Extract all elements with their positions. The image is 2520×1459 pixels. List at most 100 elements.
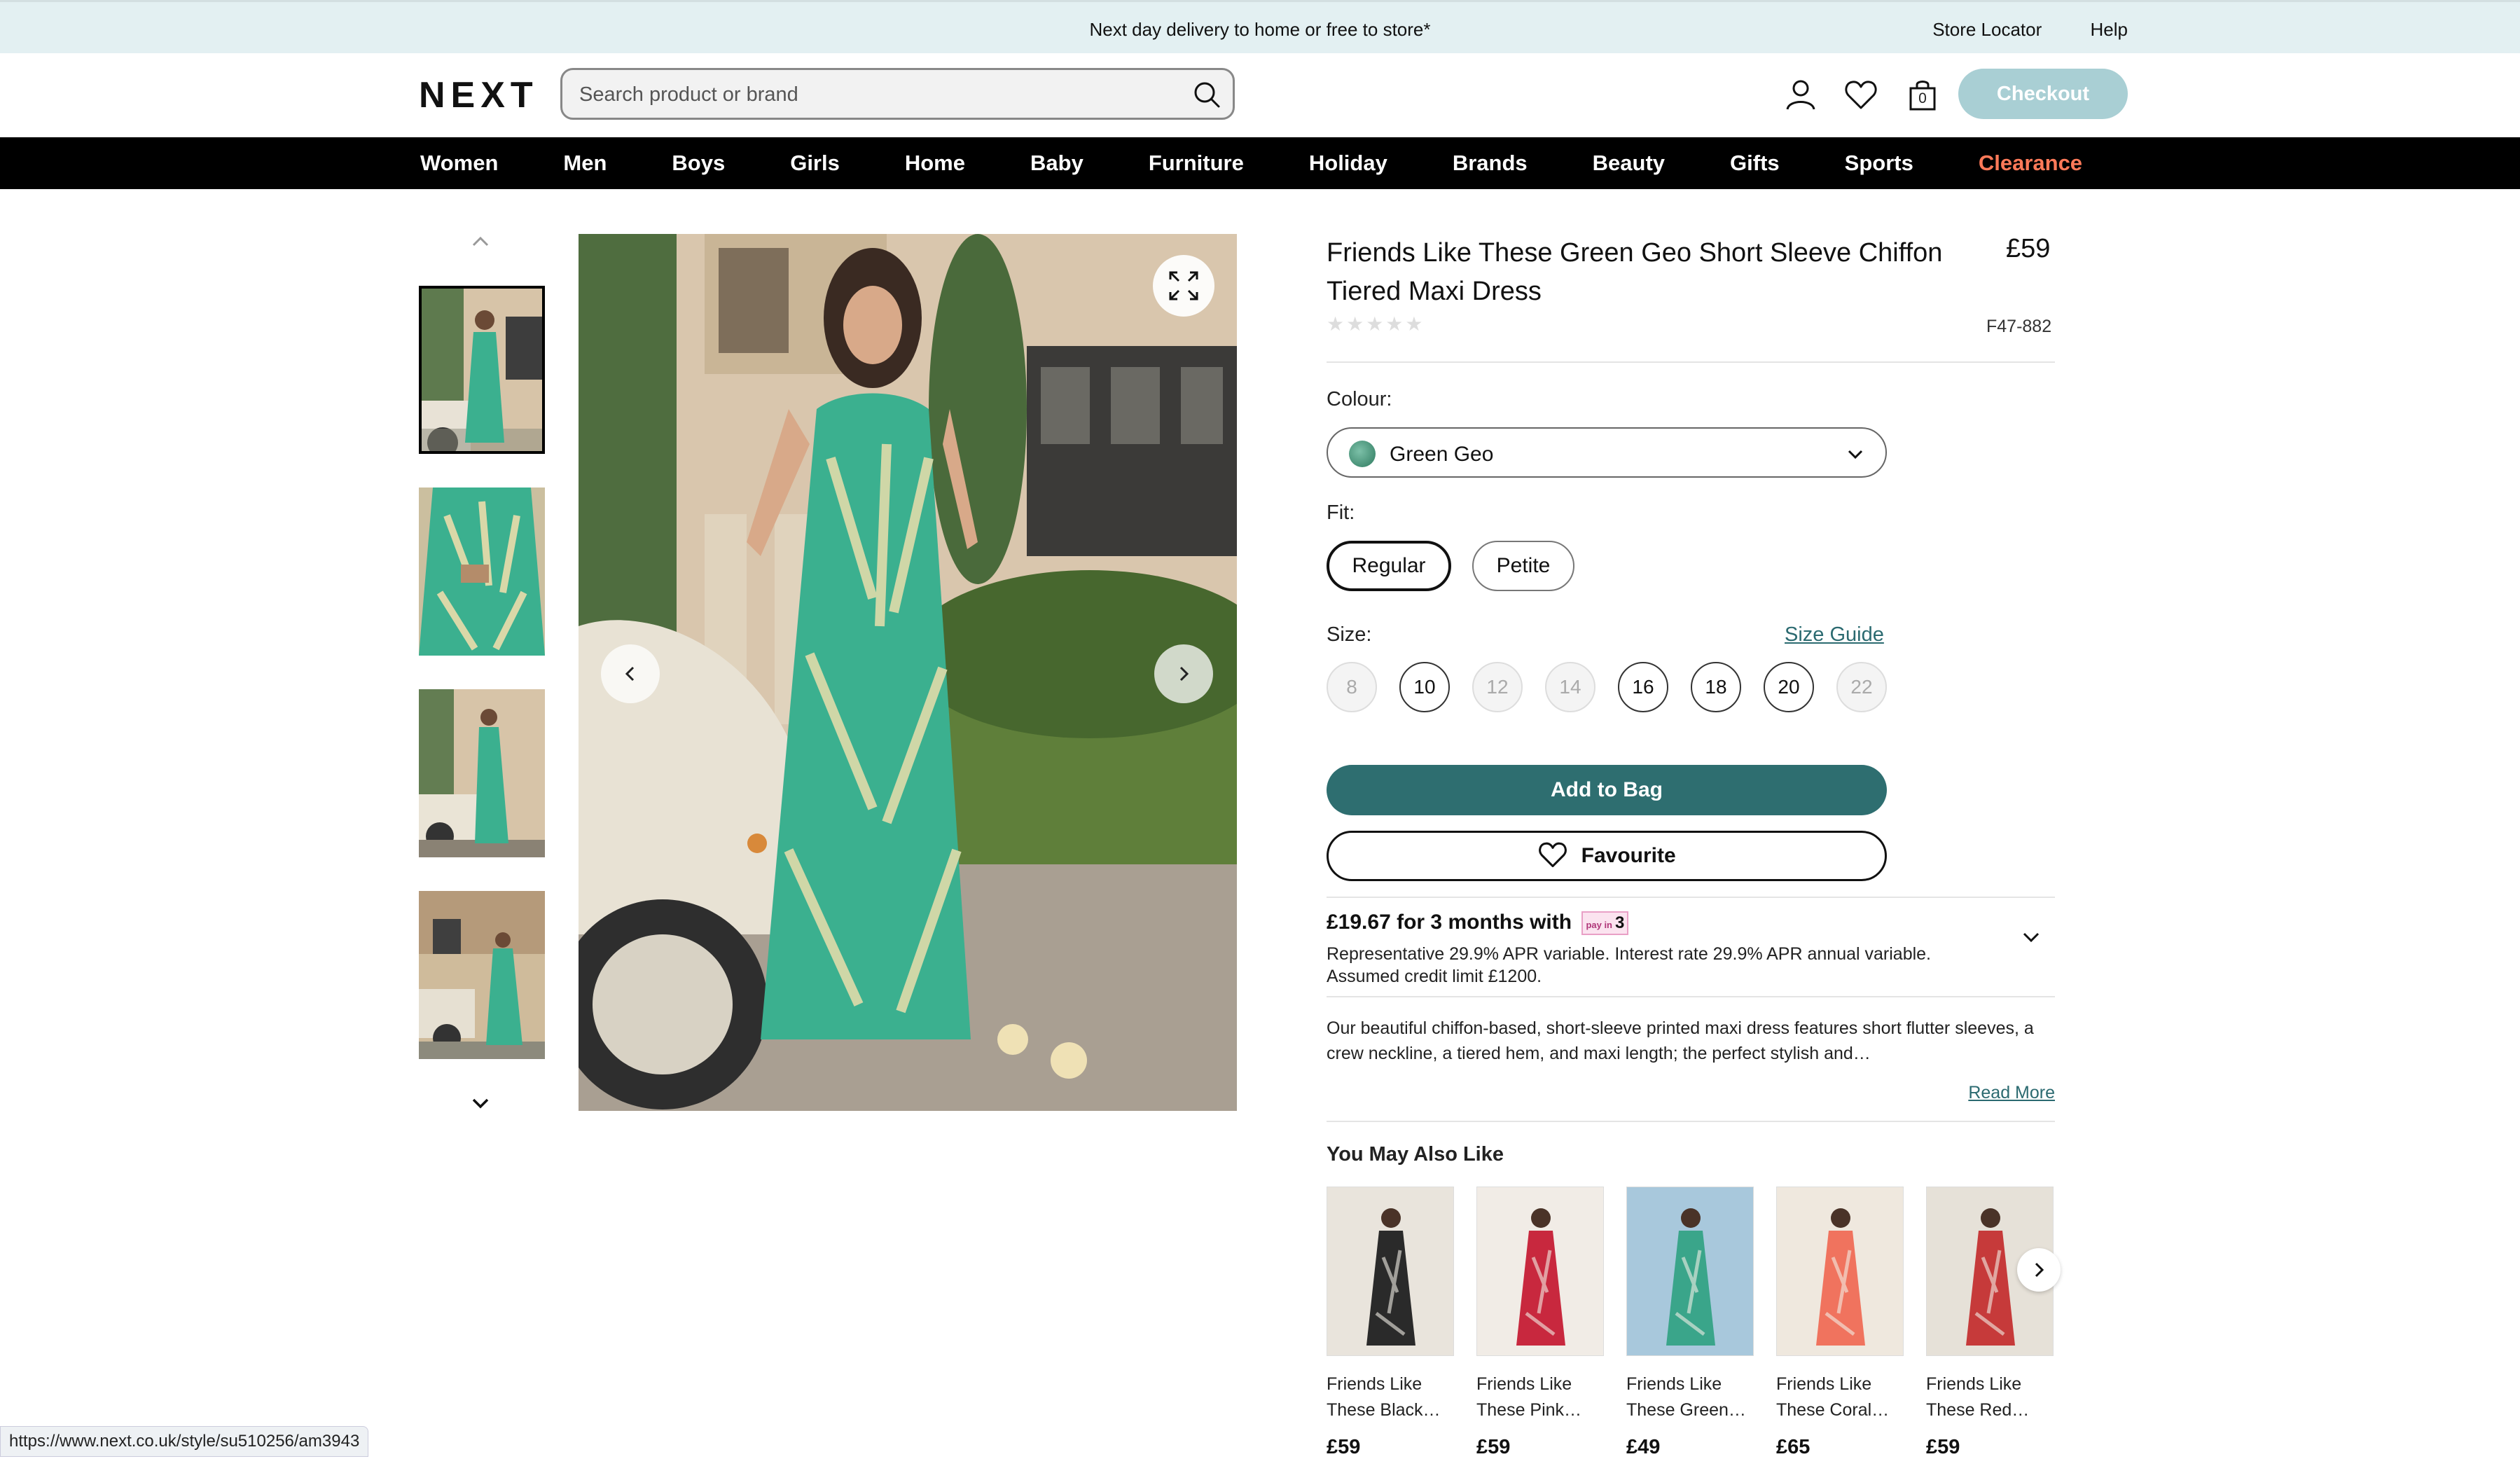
size-option[interactable]: 20: [1764, 662, 1814, 712]
heart-icon: [1539, 842, 1567, 868]
size-option[interactable]: 8: [1327, 662, 1377, 712]
payin3-offer[interactable]: £19.67 for 3 months with pay in 3: [1327, 911, 1629, 936]
recommendation-card[interactable]: Friends Like These Pink… £59: [1476, 1187, 1604, 1459]
recommendation-name-line: Friends Like: [1776, 1374, 1872, 1394]
help-link[interactable]: Help: [2091, 19, 2128, 40]
colour-swatch: [1349, 441, 1376, 467]
recommendation-card[interactable]: Friends Like These Red… £59: [1926, 1187, 2054, 1459]
thumbnail-2[interactable]: [419, 488, 545, 656]
divider: [1327, 996, 2055, 997]
nav-sports[interactable]: Sports: [1845, 151, 1913, 176]
thumbnail-1[interactable]: [419, 286, 545, 454]
recommendation-price: £49: [1626, 1436, 1661, 1458]
recommendation-name[interactable]: Friends Like These Black…: [1327, 1371, 1454, 1423]
checkout-button[interactable]: Checkout: [1958, 69, 2128, 119]
colour-dropdown[interactable]: Green Geo: [1327, 427, 1887, 478]
recommendation-image[interactable]: [1776, 1187, 1904, 1356]
thumbnails-down-icon[interactable]: [468, 1091, 493, 1116]
main-product-image[interactable]: [579, 234, 1237, 1111]
chevron-left-icon: [625, 666, 635, 682]
nav-brands[interactable]: Brands: [1453, 151, 1528, 176]
recommendation-name[interactable]: Friends Like These Green…: [1626, 1371, 1754, 1423]
chevron-down-icon[interactable]: [2020, 926, 2042, 948]
add-to-bag-button[interactable]: Add to Bag: [1327, 765, 1887, 815]
size-option[interactable]: 12: [1472, 662, 1523, 712]
size-option[interactable]: 18: [1691, 662, 1741, 712]
recommendation-name[interactable]: Friends Like These Coral…: [1776, 1371, 1904, 1423]
promo-text[interactable]: Next day delivery to home or free to sto…: [0, 19, 2520, 41]
fit-label: Fit:: [1327, 502, 1355, 524]
product-code: F47-882: [1986, 317, 2052, 336]
payin3-logo-text: pay in: [1586, 920, 1613, 931]
next-image-button[interactable]: [1154, 644, 1213, 703]
nav-home[interactable]: Home: [905, 151, 965, 176]
favourites-icon[interactable]: [1843, 77, 1878, 112]
fit-petite-button[interactable]: Petite: [1472, 541, 1574, 591]
recommendation-name-line: Friends Like: [1327, 1374, 1422, 1394]
divider: [1327, 897, 2055, 898]
recommendation-image[interactable]: [1476, 1187, 1604, 1356]
rating-stars[interactable]: ★★★★★: [1327, 312, 1425, 336]
recommendation-price: £59: [1926, 1436, 1960, 1458]
read-more-link[interactable]: Read More: [1968, 1083, 2055, 1103]
size-guide-link[interactable]: Size Guide: [1785, 623, 1884, 646]
chevron-down-icon: [1848, 450, 1863, 459]
thumbnail-image: [419, 488, 545, 656]
nav-beauty[interactable]: Beauty: [1593, 151, 1665, 176]
recommendation-name-line: Friends Like: [1476, 1374, 1572, 1394]
favourite-label: Favourite: [1581, 844, 1676, 867]
recommendation-name[interactable]: Friends Like These Pink…: [1476, 1371, 1604, 1423]
nav-women[interactable]: Women: [420, 151, 498, 176]
chevron-right-icon: [2035, 1262, 2044, 1278]
expand-image-button[interactable]: [1153, 255, 1214, 317]
recommendation-photo: [1477, 1187, 1603, 1355]
product-price: £59: [2006, 234, 2051, 263]
fit-regular-button[interactable]: Regular: [1327, 541, 1451, 591]
size-option[interactable]: 22: [1836, 662, 1887, 712]
nav-clearance[interactable]: Clearance: [1979, 151, 2082, 176]
utility-links: Store Locator Help: [1889, 19, 2128, 41]
bag-icon[interactable]: 0: [1905, 77, 1940, 112]
search-input[interactable]: [579, 81, 1168, 108]
recommendation-name-line: These Coral…: [1776, 1400, 1890, 1420]
nav-girls[interactable]: Girls: [790, 151, 840, 176]
size-option[interactable]: 10: [1399, 662, 1450, 712]
recommendation-name[interactable]: Friends Like These Red…: [1926, 1371, 2054, 1423]
recommendation-card[interactable]: Friends Like These Black… £59: [1327, 1187, 1454, 1459]
divider: [1327, 361, 2055, 363]
recommendation-card[interactable]: Friends Like These Coral… £65: [1776, 1187, 1904, 1459]
recommendation-image[interactable]: [1327, 1187, 1454, 1356]
recommendation-name-line: These Green…: [1626, 1400, 1746, 1420]
previous-image-button[interactable]: [601, 644, 660, 703]
recommendation-name-line: Friends Like: [1926, 1374, 2022, 1394]
thumbnails-up-icon[interactable]: [468, 228, 493, 254]
nav-gifts[interactable]: Gifts: [1730, 151, 1780, 176]
thumbnail-3[interactable]: [419, 689, 545, 857]
product-title: Friends Like These Green Geo Short Sleev…: [1327, 238, 1943, 306]
recommendation-card[interactable]: Friends Like These Green… £49: [1626, 1187, 1754, 1459]
store-locator-link[interactable]: Store Locator: [1932, 19, 2042, 40]
nav-holiday[interactable]: Holiday: [1309, 151, 1387, 176]
apr-text: Representative 29.9% APR variable. Inter…: [1327, 944, 1932, 986]
nav-boys[interactable]: Boys: [672, 151, 725, 176]
favourite-button[interactable]: Favourite: [1327, 831, 1887, 881]
payin3-text: £19.67 for 3 months with: [1327, 911, 1572, 934]
nav-baby[interactable]: Baby: [1030, 151, 1084, 176]
carousel-next-button[interactable]: [2017, 1248, 2061, 1292]
nav-men[interactable]: Men: [563, 151, 607, 176]
nav-furniture[interactable]: Furniture: [1149, 151, 1244, 176]
recommendation-image[interactable]: [1626, 1187, 1754, 1356]
thumbnail-image: [419, 891, 545, 1059]
size-option[interactable]: 14: [1545, 662, 1595, 712]
thumbnail-4[interactable]: [419, 891, 545, 1059]
site-header: NEXT 0 Checkout: [0, 53, 2520, 137]
chevron-right-icon: [1179, 666, 1189, 682]
next-logo[interactable]: NEXT: [419, 74, 539, 116]
recommendation-price: £59: [1476, 1436, 1511, 1458]
search-icon[interactable]: [1191, 78, 1223, 111]
account-icon[interactable]: [1783, 77, 1818, 112]
bag-count: 0: [1918, 90, 1927, 106]
recommendation-photo: [1777, 1187, 1903, 1355]
size-option[interactable]: 16: [1618, 662, 1668, 712]
size-label: Size:: [1327, 623, 1372, 646]
